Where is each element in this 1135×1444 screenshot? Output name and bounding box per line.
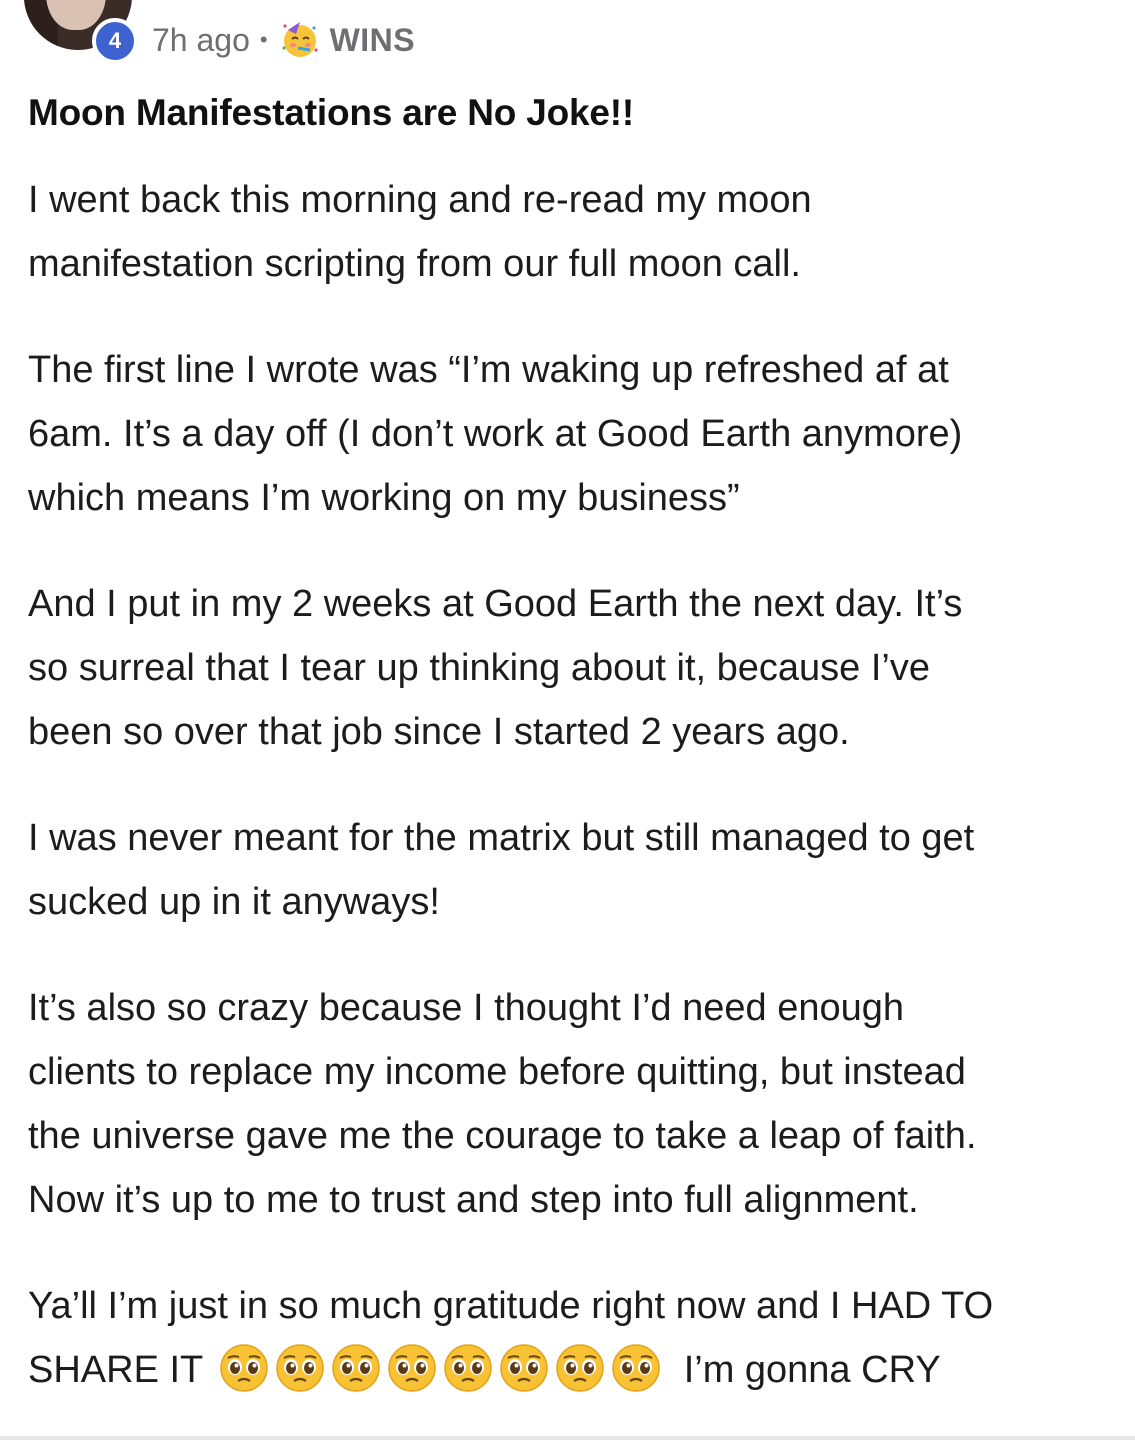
pleading-face-icon [612, 1344, 660, 1392]
pleading-face-icon [332, 1344, 380, 1392]
post-paragraph: I was never meant for the matrix but sti… [28, 806, 1118, 934]
post-text-cry: I’m gonna CRY [683, 1349, 941, 1391]
meta-separator: • [259, 27, 268, 52]
post-paragraph-final: Ya’ll I’m just in so much gratitude righ… [28, 1274, 1118, 1402]
post-card: 4 7h ago • WINS Moon Manifestations are … [0, 0, 1135, 1440]
pleading-face-icon [444, 1344, 492, 1392]
author-level-badge: 4 [92, 18, 138, 64]
post-text-line: Ya’ll I’m just in so much gratitude righ… [28, 1285, 994, 1327]
post-divider [0, 1436, 1135, 1440]
partying-face-icon [281, 22, 318, 57]
post-text-line: The first line I wrote was “I’m waking u… [28, 349, 949, 391]
post-paragraph: I went back this morning and re-read my … [28, 168, 1118, 296]
post-text-line: so surreal that I tear up thinking about… [28, 647, 930, 689]
post-text-line: It’s also so crazy because I thought I’d… [28, 987, 905, 1029]
post-text-line: Now it’s up to me to trust and step into… [28, 1179, 919, 1221]
post-paragraph: It’s also so crazy because I thought I’d… [28, 976, 1118, 1232]
pleading-face-icon [276, 1344, 324, 1392]
post-text-line: And I put in my 2 weeks at Good Earth th… [28, 583, 963, 625]
post-text-line: clients to replace my income before quit… [28, 1051, 966, 1093]
post-text-line: I was never meant for the matrix but sti… [28, 817, 975, 859]
pleading-face-icon [500, 1344, 548, 1392]
post-text-share: SHARE IT [28, 1349, 203, 1391]
post-title: Moon Manifestations are No Joke!! [28, 92, 635, 133]
pleading-face-icon [220, 1344, 268, 1392]
author-level-number: 4 [108, 28, 122, 53]
post-text-line: the universe gave me the courage to take… [28, 1115, 977, 1157]
post-text-line: been so over that job since I started 2 … [28, 711, 850, 753]
post-paragraph: The first line I wrote was “I’m waking u… [28, 338, 1118, 530]
pleading-face-emoji-row [219, 1343, 667, 1393]
post-text-line: I went back this morning and re-read my … [28, 179, 812, 221]
post-category[interactable]: WINS [330, 22, 416, 59]
post-text-line: 6am. It’s a day off (I don’t work at Goo… [28, 413, 963, 455]
post-body: I went back this morning and re-read my … [28, 168, 1118, 1444]
post-text-line: manifestation scripting from our full mo… [28, 243, 801, 285]
pleading-face-icon [556, 1344, 604, 1392]
post-paragraph: And I put in my 2 weeks at Good Earth th… [28, 572, 1118, 764]
post-text-line-with-emoji: SHARE IT I’m gonna CRY [28, 1338, 1118, 1402]
post-meta: 7h ago • WINS [152, 18, 415, 62]
pleading-face-icon [388, 1344, 436, 1392]
post-header: 4 7h ago • WINS [0, 0, 1135, 80]
post-timestamp: 7h ago [152, 21, 250, 58]
post-text-line: which means I’m working on my business” [28, 477, 740, 519]
post-text-line: sucked up in it anyways! [28, 881, 440, 923]
